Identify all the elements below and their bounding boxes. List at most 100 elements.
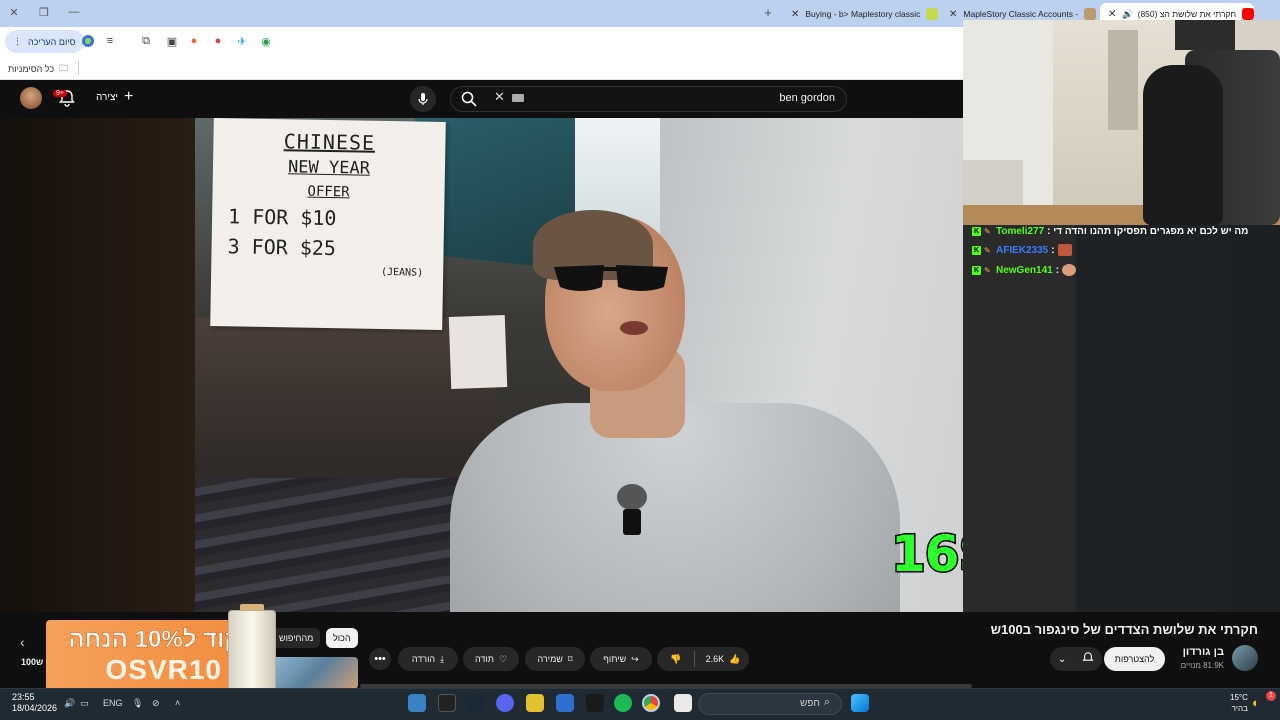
chat-message: K ✎ AFIEK2335 :	[972, 244, 1072, 256]
tab-title: MapleStory Classic Accounts -	[963, 9, 1079, 19]
thumbs-down-icon: 👎	[670, 653, 682, 664]
folder-icon: 🗀	[59, 63, 69, 73]
microphone-icon[interactable]: 🎙	[132, 698, 143, 709]
thanks-button[interactable]: תודה ♡	[463, 647, 519, 671]
sign-line: 1 FOR $10	[227, 204, 337, 231]
user-avatar[interactable]	[20, 87, 42, 109]
emote-icon	[1062, 264, 1077, 276]
keyboard-icon[interactable]	[512, 94, 524, 102]
address-bar[interactable]	[285, 30, 965, 54]
tab-search-icon[interactable]: ▣	[162, 31, 182, 51]
spotify-icon[interactable]	[614, 694, 632, 712]
finish-editing-button[interactable]: ⋮ סיום העריכה	[5, 30, 84, 53]
window-minimize-icon[interactable]: —	[66, 6, 82, 18]
share-button[interactable]: שיתוף ↪	[590, 647, 652, 671]
join-button[interactable]: להצטרפות	[1104, 647, 1165, 671]
more-actions-icon[interactable]: •••	[369, 648, 391, 670]
chip-all[interactable]: הכול	[326, 628, 358, 648]
dislike-button[interactable]: 👎	[660, 647, 692, 671]
clear-search-icon[interactable]: ✕	[494, 89, 505, 105]
weather-condition: בהיר	[1231, 704, 1248, 713]
price-sign: CHINESE NEW YEAR OFFER 1 FOR $10 3 FOR $…	[210, 118, 446, 331]
windows-start-icon[interactable]	[851, 694, 869, 712]
taskbar-search-input[interactable]	[698, 693, 842, 715]
like-button[interactable]: 2.6K 👍	[697, 647, 749, 671]
speaker-icon[interactable]: 🔊	[64, 698, 75, 709]
window-close-icon[interactable]: ✕	[6, 6, 22, 19]
create-button[interactable]: יצירה +	[96, 89, 133, 105]
search-icon[interactable]	[460, 90, 478, 113]
notification-count-badge[interactable]: 1	[1266, 691, 1276, 701]
hidden-tray-icon[interactable]: ⊘	[152, 698, 160, 709]
sign-line: (JEANS)	[380, 266, 424, 279]
taskbar-app-icon[interactable]	[408, 694, 426, 712]
subscriber-count: 81.9K מנויים	[1180, 661, 1224, 670]
file-explorer-icon[interactable]	[674, 694, 692, 712]
weather-widget[interactable]: 15°C בהיר	[1230, 692, 1248, 714]
tab-audio-icon[interactable]: 🔊	[1122, 9, 1133, 20]
chat-text: :	[1051, 244, 1055, 256]
youtube-favicon-icon	[1242, 8, 1254, 20]
extension-t-icon[interactable]: ✈	[232, 31, 252, 51]
download-button[interactable]: הורדה ⤓	[398, 647, 458, 671]
discord-icon[interactable]	[496, 694, 514, 712]
channel-name[interactable]: בן גורדון	[1183, 646, 1224, 658]
sunglasses	[554, 265, 668, 291]
all-bookmarks-label: כל הסימניות	[8, 64, 55, 74]
sign-line: CHINESE	[283, 129, 376, 155]
taskbar-search-label: חפש	[800, 698, 820, 709]
promo-code-text: OSVR10	[105, 654, 222, 685]
tab-buying[interactable]: ✕ Buying - b> Maplestory classic	[783, 3, 938, 25]
tab-close-icon[interactable]: ✕	[949, 9, 957, 20]
tray-overflow-chevron-icon[interactable]: ˄	[175, 698, 180, 708]
tab-close-icon[interactable]: ✕	[1108, 9, 1116, 20]
finish-editing-label: סיום העריכה	[28, 36, 76, 47]
chip-from-search[interactable]: מהחיפוש	[272, 628, 321, 648]
emote-icon	[1057, 244, 1072, 256]
extension-avatar-icon[interactable]: ●	[208, 31, 228, 51]
taskbar-grid-app-icon[interactable]	[556, 694, 574, 712]
sub-badge-icon: ✎	[984, 265, 991, 275]
taskbar-search-icon: ⌕	[824, 696, 831, 708]
recommended-thumbnail[interactable]	[272, 657, 358, 689]
sub-badge-icon: ✎	[984, 227, 991, 236]
save-button[interactable]: שמירה ⌑	[525, 647, 585, 671]
likes-count: 2.6K	[705, 654, 725, 664]
video-player[interactable]: CHINESE NEW YEAR OFFER 1 FOR $10 3 FOR $…	[195, 118, 1074, 612]
tab-title: (850) חקרתי את שלושת הצ	[1137, 9, 1237, 19]
chevron-down-icon: ⌄	[1057, 653, 1067, 665]
reading-list-icon[interactable]: ≡	[100, 31, 120, 51]
small-price-sign	[448, 315, 508, 389]
extensions-icon[interactable]: ⧉	[136, 31, 156, 51]
like-divider	[694, 651, 695, 667]
all-bookmarks-button[interactable]: כל הסימניות 🗀	[8, 61, 68, 77]
chat-username: Tomeli277	[996, 226, 1045, 237]
clock-date: 18/04/2026	[12, 703, 58, 713]
channel-avatar[interactable]	[1232, 645, 1258, 671]
language-indicator[interactable]: ENG	[103, 698, 123, 708]
webcam-bed	[963, 160, 1023, 210]
share-arrow-icon: ↪	[631, 653, 639, 664]
download-icon: ⤓	[440, 653, 445, 664]
new-tab-button[interactable]: +	[760, 5, 776, 20]
chat-username: NewGen141	[996, 264, 1053, 276]
taskbar-app-icon[interactable]	[438, 694, 456, 712]
taskbar-app-icon[interactable]	[526, 694, 544, 712]
extension-grammarly-icon[interactable]: ◉	[256, 31, 276, 51]
extension-fire-icon[interactable]: ●	[184, 31, 204, 51]
network-icon[interactable]: ▭	[80, 698, 89, 709]
chat-text: :	[1055, 264, 1060, 276]
chrome-icon[interactable]	[642, 694, 660, 712]
subscription-bell-button[interactable]: ⌄	[1050, 647, 1102, 671]
save-label: שמירה	[537, 654, 563, 664]
terminal-icon[interactable]	[586, 694, 604, 712]
voice-search-mic-icon[interactable]	[410, 86, 436, 112]
window-restore-icon[interactable]: ❐	[36, 6, 52, 19]
taskbar-clock[interactable]: 23:55 18/04/2026	[12, 692, 57, 714]
bookmarks-divider	[78, 61, 79, 75]
menu-dots-icon: ⋮	[13, 36, 22, 46]
chevron-left-icon[interactable]: ‹	[20, 634, 25, 650]
steam-icon[interactable]	[466, 694, 484, 712]
tab-close-icon[interactable]: ✕	[791, 9, 799, 20]
profile-globe-icon[interactable]	[78, 31, 98, 51]
